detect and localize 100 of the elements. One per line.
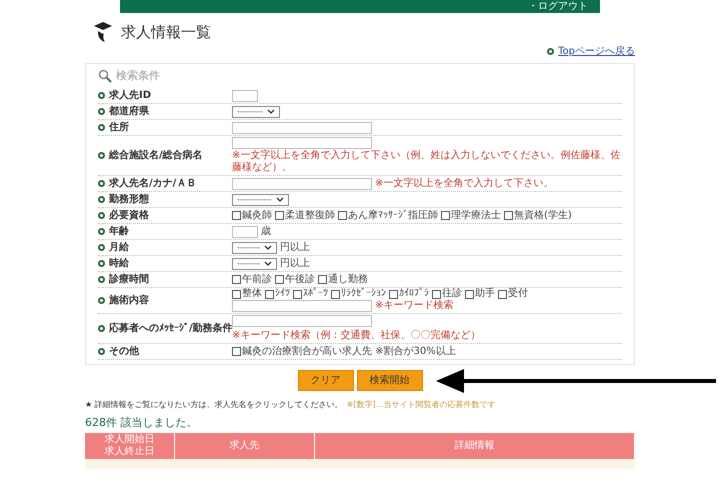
field-label: 求人先名/カナ/ＡＢ: [109, 178, 196, 188]
input-field[interactable]: [232, 226, 258, 238]
search-icon: [98, 68, 112, 83]
checkbox[interactable]: [293, 290, 302, 298]
checkbox-label: 通し勤務: [328, 274, 368, 284]
checkbox-label: 受付: [508, 289, 528, 299]
input-field[interactable]: [232, 137, 372, 149]
bullet-icon: [547, 48, 554, 54]
checkbox[interactable]: [232, 275, 241, 284]
hint-text: ※キーワード検索: [375, 300, 454, 312]
checkbox[interactable]: [432, 290, 441, 298]
checkbox-label: ｽﾎﾟｰﾂ: [303, 289, 328, 299]
select-field[interactable]: --------: [232, 258, 278, 270]
field-label: 年齢: [109, 226, 129, 236]
checkbox[interactable]: [275, 275, 284, 284]
bullet-icon: [98, 108, 105, 115]
checkbox[interactable]: [232, 211, 241, 220]
field-label: その他: [109, 346, 139, 356]
checkbox[interactable]: [504, 211, 513, 220]
checkbox[interactable]: [318, 275, 327, 284]
field-label: 応募者へのﾒｯｾｰｼﾞ/勤務条件: [109, 324, 233, 334]
checkbox[interactable]: [232, 347, 241, 356]
checkbox-option[interactable]: 往診: [432, 289, 462, 299]
input-field[interactable]: [232, 178, 372, 190]
bullet-icon: [98, 276, 105, 283]
checkbox-label: 理学療法士: [451, 210, 501, 220]
checkbox-label: 柔道整復師: [285, 210, 335, 220]
logout-link[interactable]: ・ログアウト: [528, 2, 588, 12]
checkbox-option[interactable]: ｼｲﾂ: [265, 289, 290, 299]
checkbox[interactable]: [465, 290, 474, 298]
note-text: ★ 詳細情報をご覧になりたい方は、求人先名をクリックしてください。: [85, 401, 343, 409]
bullet-icon: [98, 92, 105, 99]
checkbox-option[interactable]: 午後診: [275, 274, 315, 284]
input-field[interactable]: [232, 300, 372, 312]
checkbox-option[interactable]: ﾘﾗｸｾﾞｰｼｮﾝ: [331, 289, 386, 299]
hint-text: ※一文字以上を全角で入力して下さい（例、姓は入力しないでください。例佐藤様、佐藤様など）。: [232, 150, 622, 174]
checkbox-label: 整体: [242, 289, 262, 299]
field-label: 診療時間: [109, 274, 149, 284]
checkbox-label: 鍼灸師: [242, 210, 272, 220]
bullet-icon: [98, 180, 105, 187]
field-label: 求人先ID: [109, 90, 152, 100]
chevron-down-icon: [276, 196, 284, 202]
note-hint: ※[数字]…当サイト閲覧者の応募件数です: [346, 401, 496, 409]
bullet-icon: [98, 325, 105, 332]
checkbox[interactable]: [232, 290, 241, 298]
checkbox[interactable]: [265, 290, 274, 298]
bullet-icon: [98, 244, 105, 251]
checkbox-label: ｼｲﾂ: [275, 289, 290, 299]
checkbox-label: ｶｲﾛﾌﾟﾗ: [399, 289, 429, 299]
checkbox-label: 午前診: [242, 274, 272, 284]
table-header-cell: 求人開始日 求人終止日: [85, 433, 175, 459]
select-field[interactable]: ------------: [232, 194, 289, 206]
input-field[interactable]: [232, 315, 372, 327]
checkbox[interactable]: [331, 290, 340, 298]
top-page-link[interactable]: Topページへ戻る: [558, 44, 635, 58]
checkbox-label: 助手: [475, 289, 495, 299]
checkbox[interactable]: [441, 211, 450, 220]
bullet-icon: [98, 297, 105, 304]
unit-label: 円以上: [280, 242, 310, 252]
page-title: 求人情報一覧: [121, 22, 211, 43]
checkbox[interactable]: [498, 290, 507, 298]
field-label: 住所: [109, 122, 129, 132]
bullet-icon: [98, 260, 105, 267]
input-field[interactable]: [232, 90, 258, 102]
table-header-cell: 求人先: [175, 433, 315, 459]
checkbox-option[interactable]: 午前診: [232, 274, 272, 284]
action-button[interactable]: 検索開始: [356, 370, 422, 391]
result-count: 628件 該当しました。: [85, 416, 198, 429]
field-label: 時給: [109, 258, 129, 268]
field-label: 必要資格: [109, 210, 149, 220]
checkbox[interactable]: [275, 211, 284, 220]
checkbox[interactable]: [338, 211, 347, 220]
hint-text: ※キーワード検索（例：交通費、社保、〇〇完備など）: [232, 330, 480, 342]
unit-label: 円以上: [280, 258, 310, 268]
bullet-icon: [98, 196, 105, 203]
checkbox-option[interactable]: 鍼灸師: [232, 210, 272, 220]
bullet-icon: [98, 348, 105, 355]
checkbox-option[interactable]: 通し勤務: [318, 274, 368, 284]
checkbox-option[interactable]: 柔道整復師: [275, 210, 335, 220]
graduation-cap-icon: [93, 21, 113, 44]
bullet-icon: [98, 228, 105, 235]
checkbox-label: 午後診: [285, 274, 315, 284]
checkbox-option[interactable]: 受付: [498, 289, 528, 299]
field-label: 施術内容: [109, 296, 149, 306]
checkbox[interactable]: [389, 290, 398, 298]
checkbox-label: 往診: [442, 289, 462, 299]
table-header-cell: 詳細情報: [315, 433, 635, 459]
checkbox-option[interactable]: ｶｲﾛﾌﾟﾗ: [389, 289, 429, 299]
checkbox-option[interactable]: ｽﾎﾟｰﾂ: [293, 289, 328, 299]
checkbox-label: ﾘﾗｸｾﾞｰｼｮﾝ: [341, 289, 386, 299]
field-label: 月給: [109, 242, 129, 252]
field-label: 勤務形態: [109, 194, 149, 204]
select-field[interactable]: ---------: [232, 106, 280, 118]
checkbox-option[interactable]: 理学療法士: [441, 210, 501, 220]
checkbox-option[interactable]: 整体: [232, 289, 262, 299]
input-field[interactable]: [232, 122, 372, 134]
chevron-down-icon: [266, 108, 275, 114]
checkbox-option[interactable]: 助手: [465, 289, 495, 299]
action-button[interactable]: クリア: [298, 370, 354, 391]
select-field[interactable]: --------: [232, 242, 278, 254]
